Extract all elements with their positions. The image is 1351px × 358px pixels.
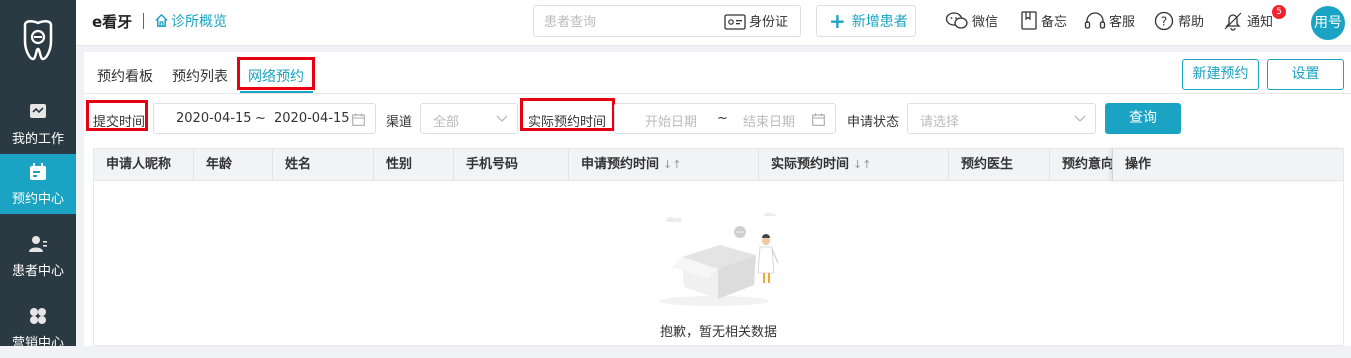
sidebar-item-marketing-center[interactable]: 营销中心	[0, 298, 76, 358]
calendar-icon	[812, 113, 825, 126]
sidebar-item-patient-center[interactable]: 患者中心	[0, 226, 76, 286]
new-appointment-button[interactable]: 新建预约	[1182, 59, 1259, 90]
sidebar-item-label: 预约中心	[11, 192, 64, 207]
channel-value: 全部	[433, 115, 460, 130]
column-header-actions: 操作	[1113, 149, 1343, 181]
range-separator: ~	[255, 111, 266, 126]
wechat-label: 微信	[972, 15, 999, 30]
sidebar: 我的工作 预约中心 患者中心 营销中心	[0, 0, 76, 351]
submit-date-range[interactable]: 2020-04-15 ~ 2020-04-15	[153, 103, 376, 134]
tab-appointment-list[interactable]: 预约列表	[172, 66, 228, 86]
marketing-icon	[30, 308, 46, 324]
submit-end-date: 2020-04-15	[274, 111, 350, 126]
clinic-overview-label: 诊所概览	[171, 14, 227, 30]
sidebar-item-appointment-center[interactable]: 预约中心	[0, 154, 76, 214]
bell-icon	[1224, 12, 1242, 31]
home-icon	[155, 13, 168, 27]
wechat-button[interactable]: 微信	[945, 11, 998, 31]
status-select[interactable]: 请选择	[907, 103, 1096, 134]
actual-start-placeholder: 开始日期	[645, 115, 698, 130]
status-label: 申请状态	[847, 115, 900, 130]
actual-date-range[interactable]: 开始日期 ~ 结束日期	[614, 103, 836, 134]
highlight-box	[86, 100, 148, 131]
id-card-label: 身份证	[749, 15, 789, 30]
headset-icon	[1084, 12, 1106, 29]
range-separator: ~	[717, 111, 728, 126]
status-placeholder: 请选择	[920, 115, 960, 130]
chevron-down-icon	[496, 115, 508, 122]
id-card-button[interactable]: 身份证	[724, 11, 788, 33]
memo-icon	[1021, 11, 1037, 30]
tooth-logo-icon	[23, 20, 53, 61]
wechat-icon	[945, 12, 968, 29]
main-panel: 预约看板 预约列表 网络预约 新建预约 设置 提交时间 2020-04-15 ~…	[84, 52, 1351, 346]
sidebar-item-my-work[interactable]: 我的工作	[0, 94, 76, 154]
highlight-box	[237, 57, 315, 90]
help-icon: ?	[1154, 11, 1174, 31]
plus-icon: +	[829, 9, 846, 33]
calendar-icon	[352, 113, 365, 126]
column-header-requested-time[interactable]: 申请预约时间 ↓↑	[569, 149, 759, 181]
tabs-divider	[84, 93, 1351, 94]
memo-label: 备忘	[1041, 15, 1068, 30]
appointments-table: 申请人昵称 年龄 姓名 性别 手机号码 申请预约时间 ↓↑ 实际预约时间 ↓↑ 预约…	[93, 148, 1344, 346]
divider	[143, 13, 144, 29]
empty-state-text: 抱歉，暂无相关数据	[659, 325, 777, 340]
table-header: 申请人昵称 年龄 姓名 性别 手机号码 申请预约时间 ↓↑ 实际预约时间 ↓↑ 预约…	[94, 149, 1343, 181]
top-bar: e看牙 诊所概览 身份证 + 新增患者 微信 备忘 客服 ? 帮助 通知 5 用号	[76, 0, 1351, 46]
column-header-intent[interactable]: 预约意向	[1050, 149, 1113, 181]
new-patient-label: 新增患者	[851, 14, 908, 30]
sidebar-item-label: 患者中心	[11, 264, 64, 279]
tab-appointment-board[interactable]: 预约看板	[97, 66, 153, 86]
support-button[interactable]: 客服	[1084, 11, 1135, 31]
support-label: 客服	[1109, 15, 1136, 30]
sort-icon[interactable]: ↓↑	[663, 158, 681, 171]
patient-search-input[interactable]	[544, 12, 714, 32]
app-brand: e看牙	[92, 13, 133, 31]
column-header-nickname[interactable]: 申请人昵称	[94, 149, 194, 181]
empty-state-illustration	[659, 212, 779, 306]
id-card-icon	[724, 14, 746, 30]
query-button[interactable]: 查询	[1105, 103, 1181, 134]
column-header-name[interactable]: 姓名	[273, 149, 374, 181]
patient-search: 身份证	[533, 5, 801, 37]
submit-start-date: 2020-04-15	[176, 111, 252, 126]
svg-text:?: ?	[1161, 15, 1167, 29]
highlight-box	[520, 98, 615, 131]
column-header-gender[interactable]: 性别	[374, 149, 454, 181]
column-header-age[interactable]: 年龄	[194, 149, 273, 181]
clinic-overview-link[interactable]: 诊所概览	[154, 11, 227, 31]
notifications-label: 通知	[1247, 15, 1274, 30]
column-header-phone[interactable]: 手机号码	[454, 149, 569, 181]
help-label: 帮助	[1178, 15, 1205, 30]
sidebar-item-label: 我的工作	[11, 132, 64, 147]
avatar[interactable]: 用号	[1311, 6, 1345, 40]
chevron-down-icon	[1074, 115, 1086, 122]
help-button[interactable]: ? 帮助	[1153, 11, 1204, 31]
patients-icon	[29, 236, 47, 252]
notifications-button[interactable]: 通知 5	[1222, 5, 1286, 31]
column-header-doctor[interactable]: 预约医生	[949, 149, 1050, 181]
new-patient-button[interactable]: + 新增患者	[816, 5, 916, 37]
sidebar-item-label: 营销中心	[11, 336, 64, 351]
calendar-icon	[30, 163, 46, 180]
memo-button[interactable]: 备忘	[1020, 11, 1067, 31]
actual-end-placeholder: 结束日期	[743, 115, 796, 130]
channel-label: 渠道	[386, 115, 413, 130]
column-header-actual-time[interactable]: 实际预约时间 ↓↑	[759, 149, 949, 181]
notification-count-badge: 5	[1272, 5, 1286, 19]
sort-icon[interactable]: ↓↑	[853, 158, 871, 171]
channel-select[interactable]: 全部	[420, 103, 518, 134]
settings-button[interactable]: 设置	[1267, 59, 1344, 90]
workbench-icon	[30, 104, 46, 118]
